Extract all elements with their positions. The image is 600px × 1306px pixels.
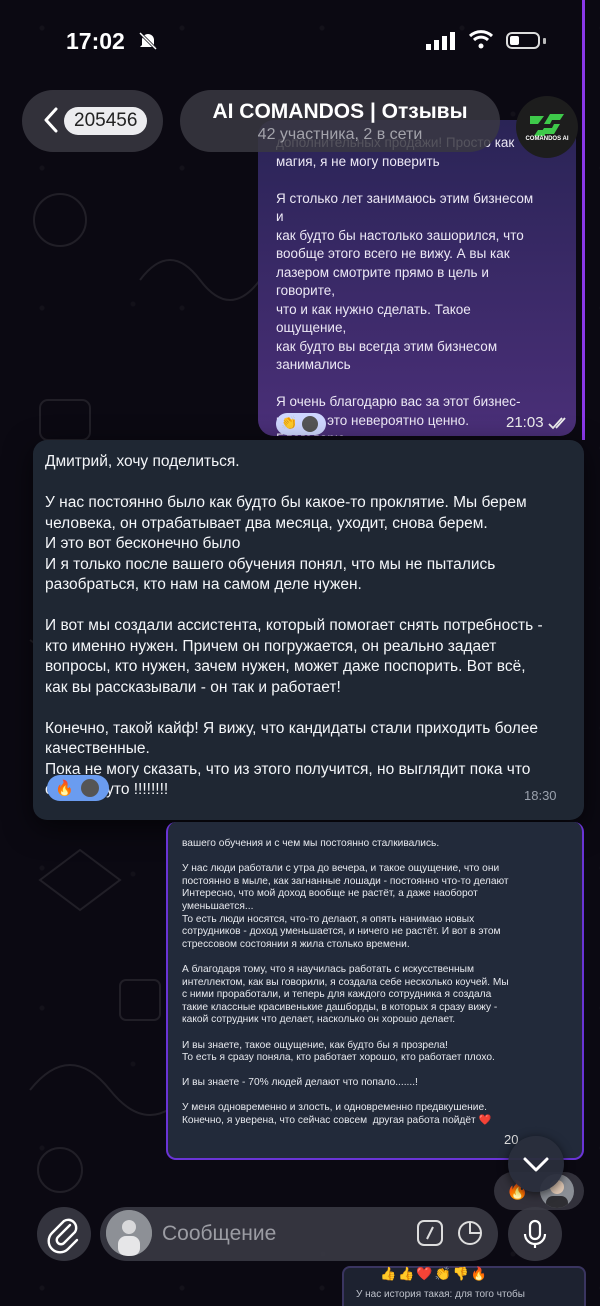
fire-reaction-icon: 🔥 bbox=[55, 780, 74, 797]
message-time: 21:03 bbox=[506, 414, 544, 431]
chat-title: AI COMANDOS | Отзывы bbox=[212, 100, 468, 123]
chevron-left-icon bbox=[44, 107, 58, 133]
reaction-pill[interactable]: 👏 bbox=[276, 413, 326, 435]
message-placeholder: Сообщение bbox=[162, 1222, 277, 1245]
paperclip-icon bbox=[47, 1218, 79, 1254]
group-avatar[interactable]: COMANDOS AI bbox=[516, 96, 578, 158]
message-bubble-outgoing[interactable]: вашего обучения и с чем мы постоянно ста… bbox=[166, 822, 584, 1160]
message-bubble-incoming[interactable]: Дмитрий, хочу поделиться. У нас постоянн… bbox=[33, 440, 584, 820]
wifi-icon bbox=[468, 30, 494, 49]
reaction-pill[interactable]: 🔥 bbox=[47, 775, 109, 801]
bot-commands-button[interactable] bbox=[417, 1220, 443, 1246]
message-accent-stripe bbox=[582, 0, 585, 440]
double-check-icon bbox=[548, 417, 566, 430]
cellular-signal-icon bbox=[426, 32, 455, 50]
microphone-icon bbox=[523, 1219, 547, 1248]
sticker-icon[interactable] bbox=[457, 1220, 483, 1246]
message-text: дополнительных продажи! Просто как магия… bbox=[276, 135, 534, 436]
reactor-avatar bbox=[302, 416, 318, 432]
message-text: Дмитрий, хочу поделиться. У нас постоянн… bbox=[45, 453, 543, 798]
unread-count-badge: 205456 bbox=[64, 107, 148, 135]
message-bubble-outgoing[interactable]: дополнительных продажи! Просто как магия… bbox=[258, 120, 576, 436]
bell-muted-icon bbox=[138, 31, 158, 51]
status-time: 17:02 bbox=[66, 28, 125, 54]
chevron-down-icon bbox=[523, 1157, 549, 1172]
draft-media-thumbnail[interactable] bbox=[106, 1210, 152, 1256]
avatar-label: COMANDOS AI bbox=[525, 136, 569, 142]
message-text-peek: У нас история такая: для того чтобы bbox=[356, 1289, 525, 1300]
scroll-down-button[interactable] bbox=[508, 1136, 564, 1192]
microphone-button[interactable] bbox=[508, 1207, 562, 1261]
chat-header[interactable]: AI COMANDOS | Отзывы 42 участника, 2 в с… bbox=[180, 90, 500, 152]
slash-icon bbox=[426, 1226, 434, 1240]
battery-tip bbox=[543, 38, 546, 44]
chat-subtitle: 42 участника, 2 в сети bbox=[257, 126, 423, 143]
clap-reaction-icon: 👏 bbox=[281, 415, 298, 430]
comandos-logo-icon bbox=[530, 114, 564, 136]
message-time: 18:30 bbox=[524, 788, 557, 803]
battery-level bbox=[510, 36, 519, 45]
message-text: вашего обучения и с чем мы постоянно ста… bbox=[182, 838, 509, 1127]
reactor-avatar bbox=[81, 779, 99, 797]
attach-button[interactable] bbox=[37, 1207, 91, 1261]
reactions-row: 👍👍❤️👏👎🔥 bbox=[380, 1266, 490, 1281]
